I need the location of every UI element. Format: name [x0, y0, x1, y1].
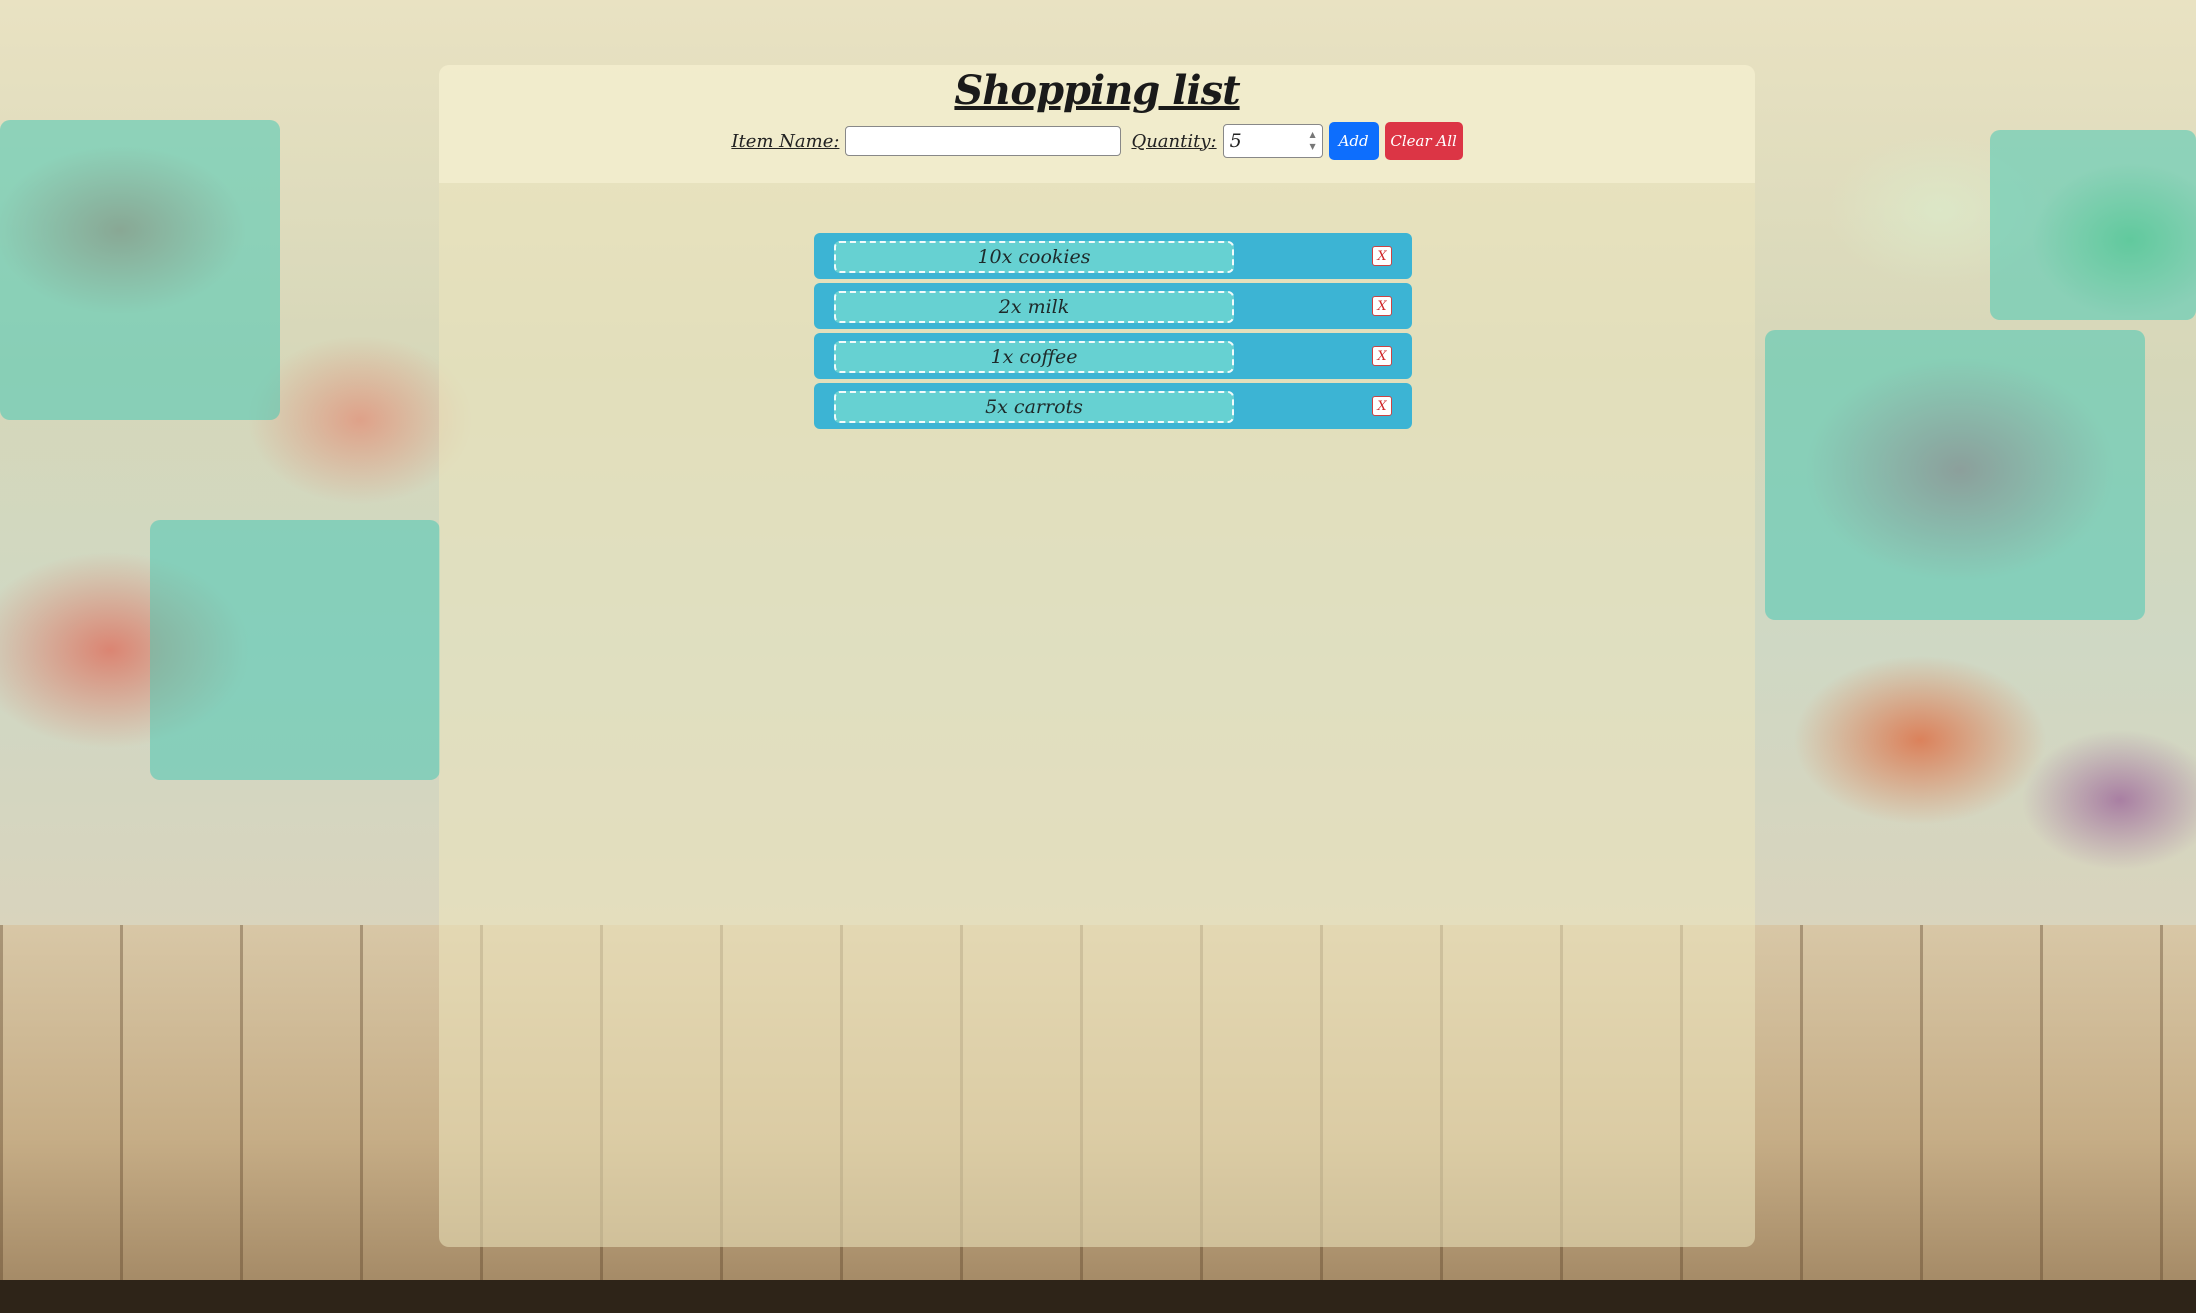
- page-title: Shopping list: [954, 67, 1240, 114]
- shelf-crate: [1990, 130, 2196, 320]
- item-name-label: Item Name:: [731, 130, 840, 152]
- add-button[interactable]: Add: [1328, 122, 1379, 160]
- list-item: 2x milk X: [814, 283, 1412, 329]
- shopping-list: 10x cookies X 2x milk X 1x coffee X 5x c…: [814, 233, 1412, 433]
- main-panel: Shopping list Item Name: Quantity: 5 ▲ ▼…: [439, 65, 1755, 1247]
- shelf-crate: [150, 520, 440, 780]
- item-label: 1x coffee: [834, 341, 1234, 373]
- shelf-crate: [0, 120, 280, 420]
- list-item: 10x cookies X: [814, 233, 1412, 279]
- quantity-label: Quantity:: [1131, 130, 1217, 152]
- chevron-down-icon[interactable]: ▼: [1310, 142, 1316, 152]
- floor-edge: [0, 1280, 2196, 1313]
- item-label: 5x carrots: [834, 391, 1234, 423]
- remove-item-button[interactable]: X: [1372, 396, 1392, 416]
- quantity-value: 5: [1229, 130, 1242, 152]
- remove-item-button[interactable]: X: [1372, 346, 1392, 366]
- header: Shopping list Item Name: Quantity: 5 ▲ ▼…: [439, 65, 1755, 183]
- remove-item-button[interactable]: X: [1372, 296, 1392, 316]
- clear-all-button[interactable]: Clear All: [1384, 122, 1463, 160]
- quantity-stepper[interactable]: 5 ▲ ▼: [1222, 124, 1323, 158]
- list-item: 1x coffee X: [814, 333, 1412, 379]
- add-item-form: Item Name: Quantity: 5 ▲ ▼ Add Clear All: [439, 121, 1755, 161]
- item-name-input[interactable]: [845, 126, 1122, 156]
- remove-item-button[interactable]: X: [1372, 246, 1392, 266]
- item-label: 10x cookies: [834, 241, 1234, 273]
- chevron-up-icon[interactable]: ▲: [1310, 130, 1316, 140]
- list-item: 5x carrots X: [814, 383, 1412, 429]
- spinner-arrows[interactable]: ▲ ▼: [1307, 130, 1319, 152]
- shelf-crate: [1765, 330, 2145, 620]
- item-label: 2x milk: [834, 291, 1234, 323]
